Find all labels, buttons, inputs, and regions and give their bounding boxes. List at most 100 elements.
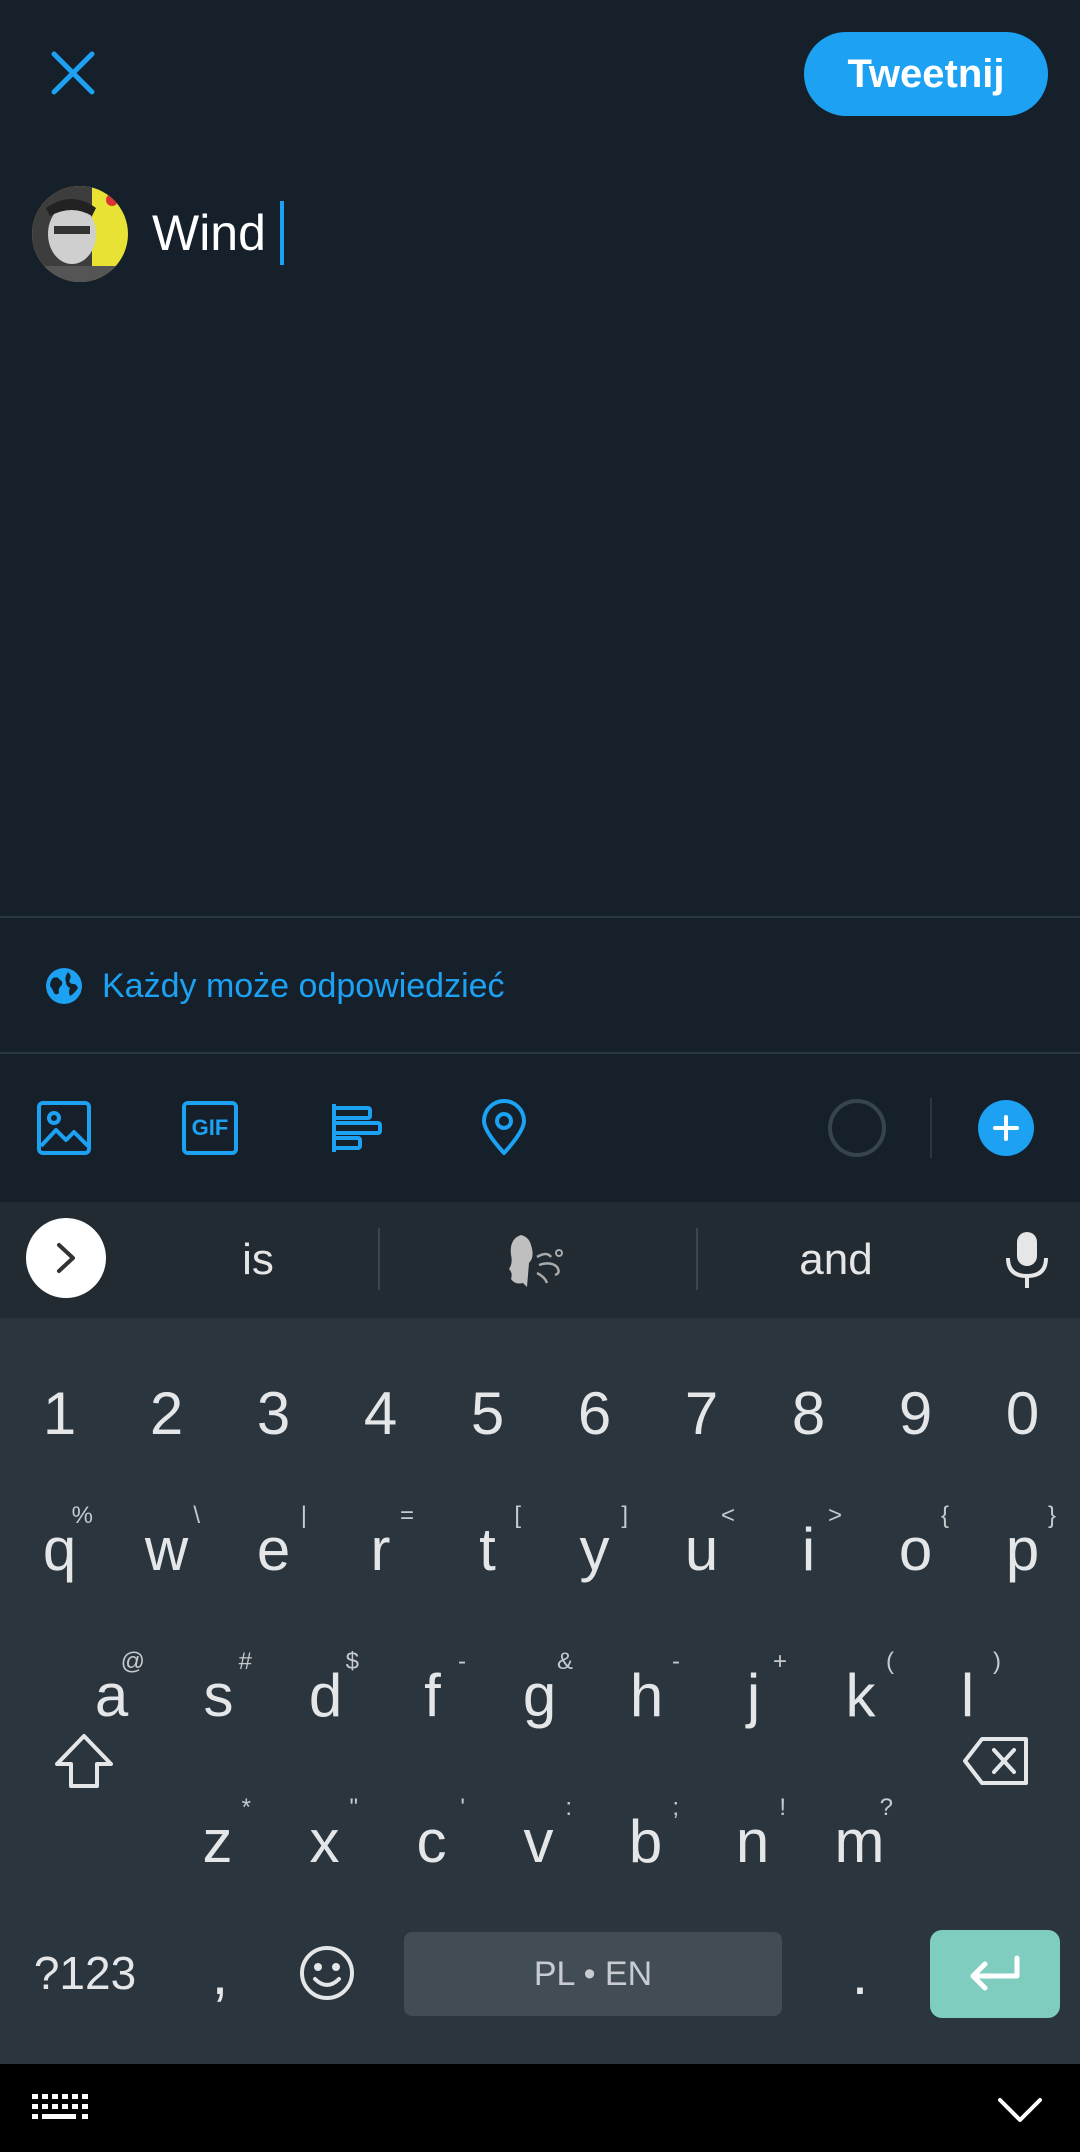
key-5[interactable]: 5 — [434, 1358, 541, 1468]
add-tweet-button[interactable] — [978, 1100, 1034, 1156]
key-e[interactable]: e | — [220, 1494, 327, 1604]
key-t[interactable]: t[ — [434, 1494, 541, 1604]
key-z[interactable]: z * — [164, 1786, 271, 1896]
text-caret — [279, 201, 284, 265]
key-j[interactable]: j + — [700, 1640, 807, 1750]
key-d[interactable]: d $ — [272, 1640, 379, 1750]
tweet-button[interactable]: Tweetnij — [804, 32, 1048, 116]
key-label: h — [629, 1661, 664, 1729]
key-label: e — [256, 1515, 291, 1583]
key-label: x — [309, 1807, 340, 1875]
key-hint: ! — [779, 1794, 786, 1821]
compose-screen: Tweetnij Wind Każdy może odpowiedzieć GI… — [0, 0, 1080, 1202]
user-avatar[interactable] — [32, 186, 128, 282]
key-p[interactable]: p} — [969, 1494, 1076, 1604]
shift-key[interactable] — [14, 1706, 154, 1816]
tweet-text-input[interactable]: Wind — [152, 198, 284, 268]
voice-input-button[interactable] — [1000, 1230, 1054, 1290]
emoji-suggestion[interactable] — [380, 1202, 694, 1318]
key-2[interactable]: 2 — [113, 1358, 220, 1468]
key-9[interactable]: 9 — [862, 1358, 969, 1468]
key-hint: < — [720, 1502, 735, 1529]
suggestion-item[interactable]: and — [698, 1202, 974, 1318]
key-hint: > — [827, 1502, 842, 1529]
enter-key[interactable] — [930, 1930, 1060, 2018]
key-hint: } — [1047, 1502, 1056, 1529]
key-label: b — [628, 1807, 663, 1875]
image-button[interactable] — [34, 1098, 94, 1158]
navigation-bar — [0, 2064, 1080, 2152]
key-h[interactable]: h- — [593, 1640, 700, 1750]
divider — [0, 916, 1080, 918]
key-label: 6 — [577, 1379, 612, 1447]
comma-key[interactable]: , — [170, 1918, 270, 2028]
key-3[interactable]: 3 — [220, 1358, 327, 1468]
key-f[interactable]: f- — [379, 1640, 486, 1750]
location-button[interactable] — [474, 1098, 534, 1158]
key-r[interactable]: r = — [327, 1494, 434, 1604]
key-label: r — [370, 1515, 391, 1583]
key-g[interactable]: g & — [486, 1640, 593, 1750]
hide-keyboard-icon[interactable] — [996, 2094, 1044, 2124]
key-label: 1 — [42, 1379, 77, 1447]
key-hint: $ — [345, 1648, 359, 1675]
key-hint: - — [672, 1648, 680, 1675]
key-o[interactable]: o{ — [862, 1494, 969, 1604]
enter-icon — [970, 1955, 1020, 1991]
emoji-key[interactable] — [272, 1918, 382, 2028]
key-w[interactable]: w \ — [113, 1494, 220, 1604]
key-label: t — [479, 1515, 496, 1583]
key-label: 4 — [363, 1379, 398, 1447]
key-7[interactable]: 7 — [648, 1358, 755, 1468]
key-label: 3 — [256, 1379, 291, 1447]
key-x[interactable]: x " — [271, 1786, 378, 1896]
toolbar-divider — [930, 1098, 932, 1158]
chevron-right-icon — [57, 1243, 75, 1273]
key-hint: % — [71, 1502, 93, 1529]
key-c[interactable]: c ' — [378, 1786, 485, 1896]
key-hint: * — [241, 1794, 251, 1821]
reply-settings-button[interactable]: Każdy może odpowiedzieć — [44, 958, 505, 1014]
suggestion-strip: is and — [0, 1202, 1080, 1318]
key-label: i — [801, 1515, 816, 1583]
backspace-icon — [963, 1737, 1028, 1785]
key-hint: ? — [879, 1794, 893, 1821]
key-q[interactable]: q% — [6, 1494, 113, 1604]
symbols-key[interactable]: ?123 — [10, 1918, 160, 2028]
gif-button[interactable]: GIF — [180, 1098, 240, 1158]
poll-button[interactable] — [326, 1098, 386, 1158]
key-u[interactable]: u < — [648, 1494, 755, 1604]
key-label: 2 — [149, 1379, 184, 1447]
key-m[interactable]: m? — [806, 1786, 913, 1896]
shift-icon — [55, 1734, 113, 1788]
key-8[interactable]: 8 — [755, 1358, 862, 1468]
key-label: f — [424, 1661, 441, 1729]
close-button[interactable] — [40, 40, 106, 106]
key-hint: \ — [193, 1502, 200, 1529]
space-key[interactable]: PL • EN — [404, 1932, 782, 2016]
key-v[interactable]: v: — [485, 1786, 592, 1896]
backspace-key[interactable] — [926, 1706, 1066, 1816]
key-hint: ] — [621, 1502, 628, 1529]
key-1[interactable]: 1 — [6, 1358, 113, 1468]
key-6[interactable]: 6 — [541, 1358, 648, 1468]
key-hint: { — [940, 1502, 949, 1529]
key-y[interactable]: y] — [541, 1494, 648, 1604]
key-4[interactable]: 4 — [327, 1358, 434, 1468]
key-label: 8 — [791, 1379, 826, 1447]
key-i[interactable]: i > — [755, 1494, 862, 1604]
key-n[interactable]: n! — [699, 1786, 806, 1896]
key-label: c — [416, 1807, 447, 1875]
period-key[interactable]: . — [810, 1918, 910, 2028]
key-k[interactable]: k( — [807, 1640, 914, 1750]
key-hint: ; — [672, 1794, 679, 1821]
key-s[interactable]: s # — [165, 1640, 272, 1750]
expand-toolbar-button[interactable] — [26, 1218, 106, 1298]
key-label: g — [522, 1661, 557, 1729]
key-b[interactable]: b; — [592, 1786, 699, 1896]
key-0[interactable]: 0 — [969, 1358, 1076, 1468]
keyboard-switch-icon[interactable] — [30, 2092, 88, 2126]
key-label: m — [834, 1807, 885, 1875]
suggestion-item[interactable]: is — [140, 1202, 376, 1318]
key-label: 5 — [470, 1379, 505, 1447]
